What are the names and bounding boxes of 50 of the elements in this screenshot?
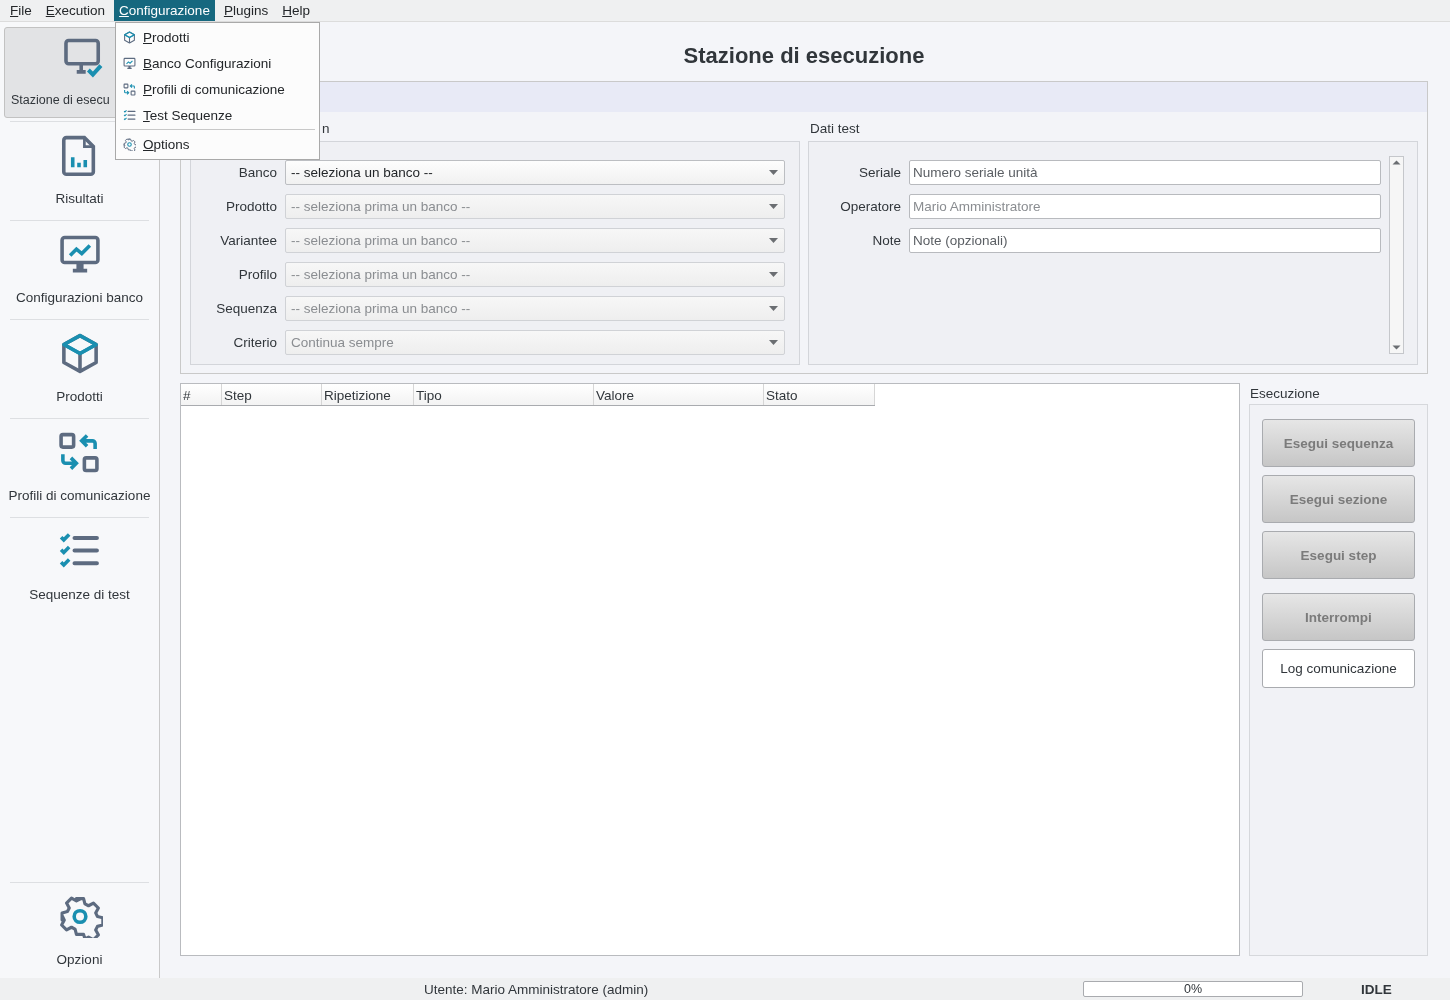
field-label: Note [871, 232, 902, 248]
input-field[interactable]: Note (opzionali) [909, 227, 1381, 253]
field-label: Variantee [219, 232, 278, 248]
column-header[interactable]: Stato [764, 384, 875, 405]
column-header[interactable]: Tipo [414, 384, 594, 405]
dropdown-field[interactable]: -- seleziona un banco -- [285, 159, 785, 185]
dropdown-arrow-icon [769, 169, 778, 175]
column-header[interactable]: Ripetizione [322, 384, 414, 405]
field-label: Banco [237, 164, 278, 180]
dropdown-arrow-icon [769, 203, 778, 209]
sidebar-item[interactable]: Prodotti [55, 323, 104, 415]
group-title: Esecuzione [1250, 386, 1320, 401]
dropdown-arrow-icon [769, 271, 778, 277]
field-label: Criterio [232, 334, 278, 350]
user-label: Utente: Mario Amministratore (admin) [424, 981, 650, 997]
action-button[interactable]: Log comunicazione [1262, 649, 1415, 688]
column-header[interactable]: Step [222, 384, 322, 405]
monitor-chart-icon [123, 56, 136, 70]
dropdown-arrow-icon [769, 237, 778, 243]
field-label: Operatore [839, 198, 902, 214]
menu-item[interactable]: Execution [40, 0, 111, 21]
field-label: Seriale [857, 164, 902, 180]
column-header[interactable]: Valore [594, 384, 764, 405]
menu-item[interactable]: Configurazione [114, 0, 215, 21]
menu-entry[interactable]: Options [116, 131, 319, 158]
sidebar-item[interactable]: Opzioni [4, 886, 155, 978]
column-header[interactable]: # [181, 384, 222, 405]
dropdown-arrow-icon [769, 339, 778, 345]
field-label: Profilo [237, 266, 278, 282]
checklist-icon [123, 108, 136, 122]
field-label: Sequenza [215, 300, 278, 316]
group-title: Dati test [810, 120, 860, 136]
field-label: Prodotto [224, 198, 278, 214]
menu-item[interactable]: File [5, 0, 37, 21]
sidebar-item[interactable]: Profili di comunicazione [7, 422, 152, 514]
sidebar-item[interactable]: Configurazioni banco [15, 224, 144, 316]
page-title: Stazione di esecuzione [683, 42, 925, 69]
dropdown-arrow-icon [769, 305, 778, 311]
sidebar-item[interactable]: Risultati [54, 125, 105, 217]
input-field[interactable]: Numero seriale unità [909, 159, 1381, 185]
settings-icon [123, 138, 136, 151]
status-text: IDLE [1360, 981, 1393, 997]
cube-icon [123, 30, 136, 44]
menu-item[interactable]: Help [277, 0, 315, 21]
menu-item[interactable]: Plugins [218, 0, 274, 21]
group-title: n [322, 120, 330, 136]
swap-arrows-icon [123, 82, 136, 96]
sidebar-item[interactable]: Sequenze di test [28, 521, 131, 613]
scrollbar[interactable] [1389, 156, 1404, 354]
progress-text: 0% [1182, 982, 1204, 996]
